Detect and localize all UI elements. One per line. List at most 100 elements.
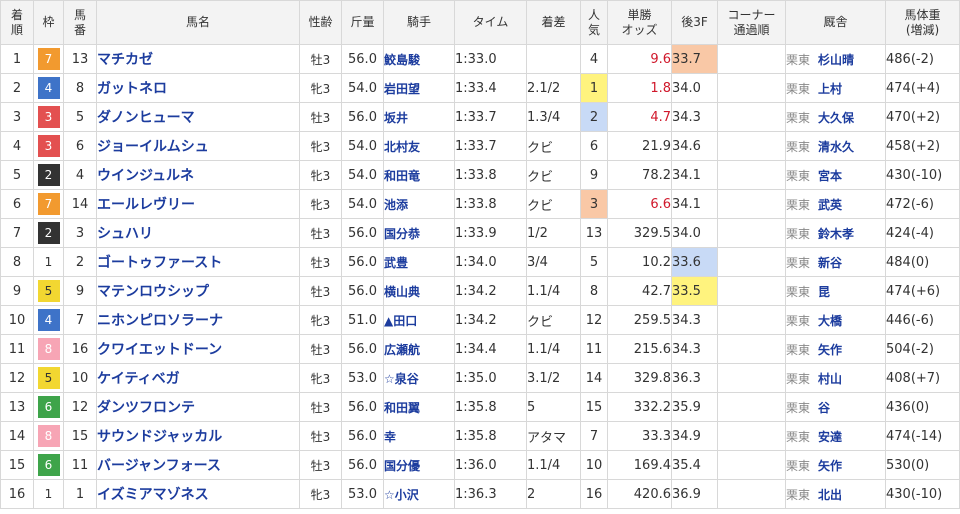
horse-name-link[interactable]: イズミアマゾネス (98, 487, 209, 503)
last3f-cell: 36.9 (671, 479, 718, 509)
horse-number-cell: 14 (63, 189, 97, 219)
trainer-link[interactable]: 北出 (818, 488, 842, 502)
corner-cell (717, 392, 786, 422)
horse-name-link[interactable]: ニホンピロソラーナ (98, 313, 224, 329)
horse-name-link[interactable]: ウインジュルネ (98, 168, 195, 184)
horse-name-cell: マチカゼ (96, 44, 300, 74)
time-cell: 1:35.8 (454, 421, 527, 451)
jockey-link[interactable]: 和田竜 (385, 169, 421, 183)
corner-cell (717, 102, 786, 132)
margin-cell: 1/2 (526, 218, 581, 248)
trainer-link[interactable]: 杉山晴 (818, 53, 854, 67)
trainer-cell: 栗東 安達 (785, 421, 886, 451)
margin-cell: 3.1/2 (526, 363, 581, 393)
waku-badge: 5 (37, 367, 60, 389)
header-last3f: 後3F (671, 0, 718, 45)
corner-cell (717, 160, 786, 190)
horse-name-link[interactable]: ダンツフロンテ (98, 400, 196, 416)
table-row: 11 8 16 クワイエットドーン 牡3 56.0 広瀬航 1:34.4 1.1/4 11 215.… (0, 334, 960, 364)
jockey-link[interactable]: 横山典 (385, 285, 421, 299)
weight-cell: 56.0 (341, 334, 384, 364)
jockey-link[interactable]: 武豊 (385, 256, 409, 270)
corner-cell (717, 276, 786, 306)
corner-cell (717, 479, 786, 509)
jockey-link[interactable]: 岩田望 (385, 82, 421, 96)
odds-cell: 42.7 (607, 276, 672, 306)
odds-cell: 259.5 (607, 305, 672, 335)
horse-name-link[interactable]: マテンロウシップ (98, 284, 210, 300)
horse-name-link[interactable]: ダノンヒューマ (98, 110, 195, 126)
jockey-link[interactable]: 鮫島駿 (385, 53, 421, 67)
trainer-cell: 栗東 大久保 (785, 102, 886, 132)
jockey-link[interactable]: 国分優 (385, 459, 421, 473)
trainer-link[interactable]: 上村 (818, 82, 842, 96)
trainer-location: 栗東 (786, 139, 811, 154)
jockey-link[interactable]: 幸 (385, 430, 397, 444)
horse-name-link[interactable]: シュハリ (98, 226, 154, 242)
popularity-cell: 15 (580, 392, 608, 422)
waku-badge: 2 (37, 222, 60, 244)
waku-badge: 8 (37, 338, 60, 360)
trainer-cell: 栗東 矢作 (785, 450, 886, 480)
horse-name-link[interactable]: ガットネロ (98, 81, 168, 97)
horse-name-link[interactable]: エールレヴリー (98, 197, 196, 213)
jockey-link[interactable]: 坂井 (385, 111, 409, 125)
horse-name-link[interactable]: マチカゼ (98, 52, 154, 68)
horse-number-cell: 8 (63, 73, 97, 103)
jockey-link[interactable]: 池添 (385, 198, 409, 212)
race-results-table: 着順 枠 馬番 馬名 性齢 斤量 騎手 タイム 着差 人気 単勝 オッズ 後3F … (0, 0, 960, 509)
waku-cell: 6 (33, 450, 64, 480)
trainer-link[interactable]: 鈴木孝 (818, 227, 854, 241)
last3f-cell: 34.3 (671, 305, 718, 335)
trainer-link[interactable]: 村山 (818, 372, 842, 386)
jockey-link[interactable]: ▲田口 (385, 314, 418, 328)
time-cell: 1:36.3 (454, 479, 527, 509)
jockey-link[interactable]: 国分恭 (385, 227, 421, 241)
horse-number-cell: 4 (63, 160, 97, 190)
trainer-cell: 栗東 清水久 (785, 131, 886, 161)
trainer-link[interactable]: 矢作 (818, 343, 842, 357)
jockey-link[interactable]: 和田翼 (385, 401, 421, 415)
last3f-cell: 34.1 (671, 160, 718, 190)
jockey-cell: ☆小沢 (383, 479, 455, 509)
horse-name-cell: クワイエットドーン (96, 334, 300, 364)
margin-cell: クビ (526, 160, 581, 190)
jockey-link[interactable]: ☆泉谷 (385, 372, 419, 386)
jockey-cell: 坂井 (383, 102, 455, 132)
horse-name-link[interactable]: ケイティベガ (98, 371, 180, 387)
trainer-link[interactable]: 大橋 (818, 314, 842, 328)
horse-name-cell: エールレヴリー (96, 189, 300, 219)
trainer-link[interactable]: 宮本 (818, 169, 842, 183)
jockey-link[interactable]: ☆小沢 (385, 488, 419, 502)
trainer-link[interactable]: 大久保 (818, 111, 854, 125)
horse-name-link[interactable]: バージャンフォース (98, 458, 221, 474)
horse-name-link[interactable]: サウンドジャッカル (98, 429, 223, 445)
horse-name-link[interactable]: ジョーイルムシュ (98, 139, 209, 155)
trainer-location: 栗東 (786, 313, 811, 328)
margin-cell: クビ (526, 131, 581, 161)
body-weight-cell: 408(+7) (885, 363, 960, 393)
trainer-link[interactable]: 清水久 (818, 140, 854, 154)
waku-badge: 4 (37, 309, 60, 331)
header-jockey: 騎手 (383, 0, 455, 45)
horse-name-link[interactable]: ゴートゥファースト (98, 255, 223, 271)
time-cell: 1:33.4 (454, 73, 527, 103)
jockey-link[interactable]: 広瀬航 (385, 343, 421, 357)
last3f-cell: 34.3 (671, 334, 718, 364)
trainer-link[interactable]: 武英 (818, 198, 842, 212)
last3f-cell: 34.9 (671, 421, 718, 451)
trainer-link[interactable]: 矢作 (818, 459, 842, 473)
body-weight-cell: 446(-6) (885, 305, 960, 335)
trainer-link[interactable]: 新谷 (818, 256, 842, 270)
trainer-link[interactable]: 安達 (818, 430, 842, 444)
jockey-link[interactable]: 北村友 (385, 140, 421, 154)
trainer-link[interactable]: 昆 (818, 285, 830, 299)
popularity-cell: 16 (580, 479, 608, 509)
trainer-link[interactable]: 谷 (818, 401, 830, 415)
body-weight-cell: 474(-14) (885, 421, 960, 451)
trainer-location: 栗東 (786, 226, 811, 241)
horse-number-cell: 12 (63, 392, 97, 422)
horse-name-link[interactable]: クワイエットドーン (98, 342, 223, 358)
time-cell: 1:34.4 (454, 334, 527, 364)
rank-cell: 3 (0, 102, 34, 132)
